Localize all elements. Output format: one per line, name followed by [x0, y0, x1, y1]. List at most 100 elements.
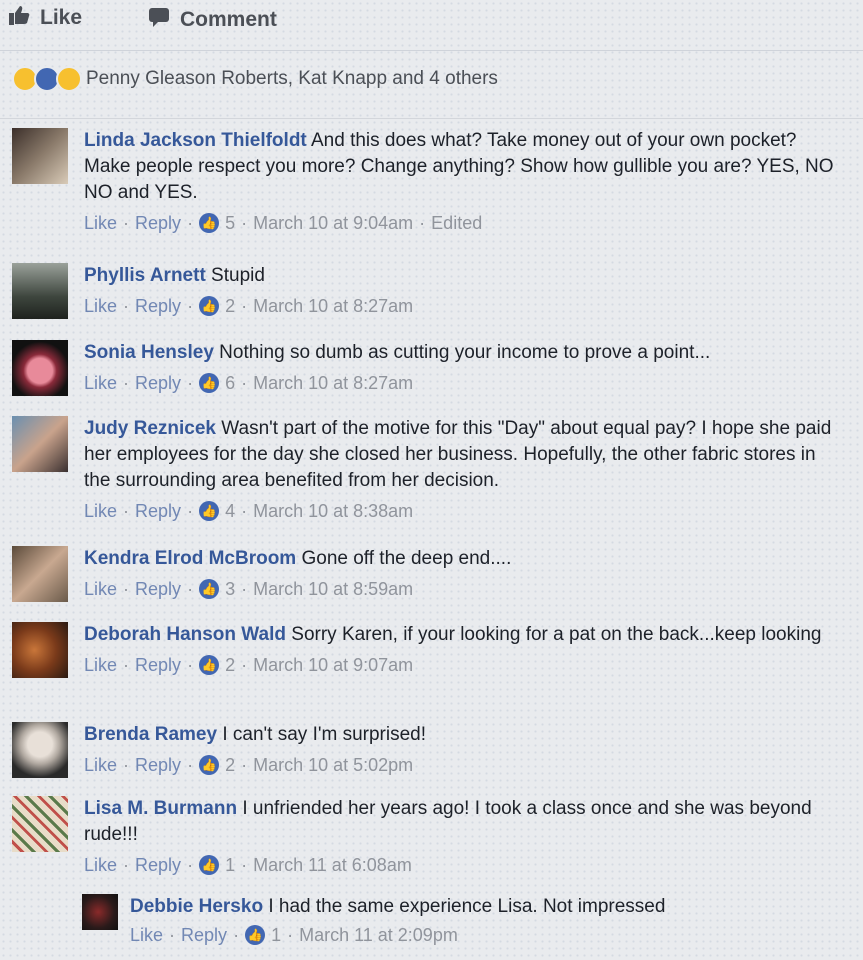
comment-like-link[interactable]: Like [84, 752, 117, 778]
comment-timestamp[interactable]: March 10 at 8:38am [253, 498, 413, 524]
comment-message: I can't say I'm surprised! [222, 724, 426, 745]
comment-author[interactable]: Sonia Hensley [84, 342, 214, 363]
avatar[interactable] [12, 796, 68, 852]
like-count[interactable]: 2 [225, 293, 235, 319]
comment-author[interactable]: Debbie Hersko [130, 896, 263, 917]
like-count-icon: 👍 [199, 501, 220, 521]
dot-separator: · [419, 213, 426, 233]
thumbs-up-icon [8, 4, 30, 32]
comment-reply-link[interactable]: Reply [135, 652, 181, 678]
comment-meta: Like · Reply · 👍 6 · March 10 at 8:27am [84, 370, 842, 396]
reactions-summary[interactable]: Penny Gleason Roberts, Kat Knapp and 4 o… [12, 66, 498, 92]
comment-meta: Like · Reply · 👍 1 · March 11 at 6:08am [84, 852, 842, 878]
comment-timestamp[interactable]: March 11 at 2:09pm [299, 922, 458, 948]
like-action-label: Like [40, 6, 83, 29]
comment-like-link[interactable]: Like [84, 576, 117, 602]
dot-separator: · [241, 855, 248, 875]
like-count-icon: 👍 [199, 755, 220, 775]
comment-reply-link[interactable]: Reply [135, 370, 181, 396]
comment-like-link[interactable]: Like [84, 852, 117, 878]
dot-separator: · [241, 655, 248, 675]
comment-author[interactable]: Lisa M. Burmann [84, 798, 237, 819]
comment-reply-link[interactable]: Reply [135, 852, 181, 878]
like-count[interactable]: 6 [225, 370, 235, 396]
dot-separator: · [241, 213, 248, 233]
like-count[interactable]: 1 [271, 922, 281, 948]
avatar[interactable] [12, 340, 68, 396]
comment-author[interactable]: Kendra Elrod McBroom [84, 548, 296, 569]
comment-author[interactable]: Brenda Ramey [84, 724, 217, 745]
post-action-bar: Like Comment [0, 0, 863, 51]
comment-timestamp[interactable]: March 10 at 8:27am [253, 293, 413, 319]
comment-like-link[interactable]: Like [84, 293, 117, 319]
like-count[interactable]: 5 [225, 210, 235, 236]
comment-reply-link[interactable]: Reply [135, 498, 181, 524]
dot-separator: · [123, 296, 130, 316]
comment-author[interactable]: Judy Reznicek [84, 418, 216, 439]
comment-text: Judy Reznicek Wasn't part of the motive … [84, 416, 842, 494]
like-count[interactable]: 2 [225, 652, 235, 678]
avatar[interactable] [12, 128, 68, 184]
avatar[interactable] [82, 894, 118, 930]
like-count[interactable]: 1 [225, 852, 235, 878]
dot-separator: · [187, 855, 194, 875]
comment-reply-link[interactable]: Reply [135, 293, 181, 319]
like-count[interactable]: 2 [225, 752, 235, 778]
reaction-icons [12, 66, 82, 92]
comment-meta: Like · Reply · 👍 4 · March 10 at 8:38am [84, 498, 842, 524]
like-count-icon: 👍 [199, 579, 220, 599]
edited-label[interactable]: Edited [431, 210, 482, 236]
dot-separator: · [187, 213, 194, 233]
comment-meta: Like · Reply · 👍 1 · March 11 at 2:09pm [130, 922, 842, 948]
comment-like-link[interactable]: Like [130, 922, 163, 948]
comment-like-link[interactable]: Like [84, 370, 117, 396]
comment-meta: Like · Reply · 👍 3 · March 10 at 8:59am [84, 576, 842, 602]
comment-reply-link[interactable]: Reply [135, 752, 181, 778]
comment-action-label: Comment [180, 8, 277, 31]
comment-like-link[interactable]: Like [84, 210, 117, 236]
comment-reply-link[interactable]: Reply [181, 922, 227, 948]
avatar[interactable] [12, 416, 68, 472]
dot-separator: · [241, 501, 248, 521]
comment-like-link[interactable]: Like [84, 652, 117, 678]
dot-separator: · [187, 501, 194, 521]
comment-timestamp[interactable]: March 10 at 9:07am [253, 652, 413, 678]
dot-separator: · [187, 579, 194, 599]
wow-reaction-icon [56, 66, 82, 92]
like-action-button[interactable]: Like [8, 4, 82, 32]
comment-text: Phyllis Arnett Stupid [84, 263, 842, 289]
dot-separator: · [241, 373, 248, 393]
comment-timestamp[interactable]: March 10 at 8:27am [253, 370, 413, 396]
comment-like-link[interactable]: Like [84, 498, 117, 524]
comment-timestamp[interactable]: March 11 at 6:08am [253, 852, 412, 878]
comment-action-button[interactable]: Comment [148, 6, 863, 34]
avatar[interactable] [12, 546, 68, 602]
comment-text: Deborah Hanson Wald Sorry Karen, if your… [84, 622, 842, 648]
comment-author[interactable]: Linda Jackson Thielfoldt [84, 130, 307, 151]
like-count-icon: 👍 [199, 655, 220, 675]
dot-separator: · [123, 579, 130, 599]
comment-meta: Like · Reply · 👍 2 · March 10 at 5:02pm [84, 752, 842, 778]
like-count[interactable]: 3 [225, 576, 235, 602]
comment-author[interactable]: Phyllis Arnett [84, 265, 206, 286]
comment-author[interactable]: Deborah Hanson Wald [84, 624, 286, 645]
like-count-icon: 👍 [245, 925, 266, 945]
avatar[interactable] [12, 622, 68, 678]
comment-meta: Like · Reply · 👍 2 · March 10 at 8:27am [84, 293, 842, 319]
avatar[interactable] [12, 722, 68, 778]
dot-separator: · [123, 213, 130, 233]
avatar[interactable] [12, 263, 68, 319]
dot-separator: · [123, 501, 130, 521]
reactions-summary-text: Penny Gleason Roberts, Kat Knapp and 4 o… [86, 68, 498, 89]
comment-message: Stupid [211, 265, 265, 286]
comment-bubble-icon [148, 6, 170, 34]
comment-reply-link[interactable]: Reply [135, 576, 181, 602]
comment-text: Kendra Elrod McBroom Gone off the deep e… [84, 546, 842, 572]
comment-text: Lisa M. Burmann I unfriended her years a… [84, 796, 842, 848]
dot-separator: · [123, 373, 130, 393]
like-count[interactable]: 4 [225, 498, 235, 524]
comment-reply-link[interactable]: Reply [135, 210, 181, 236]
comment-timestamp[interactable]: March 10 at 8:59am [253, 576, 413, 602]
comment-timestamp[interactable]: March 10 at 5:02pm [253, 752, 413, 778]
comment-timestamp[interactable]: March 10 at 9:04am [253, 210, 413, 236]
